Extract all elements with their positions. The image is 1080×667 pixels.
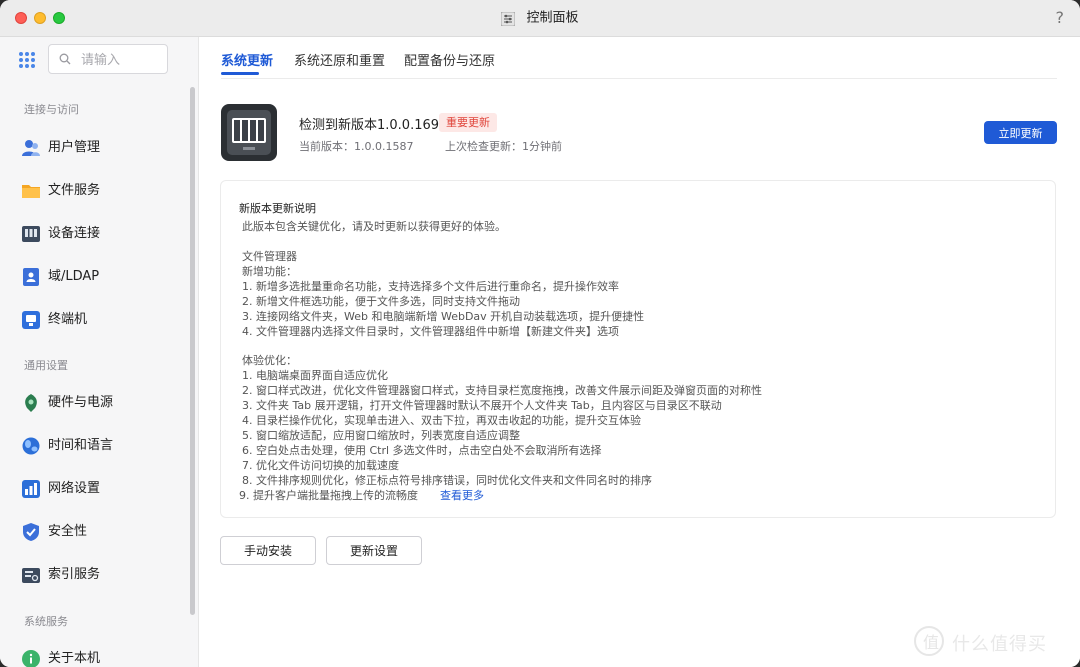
section-label-system-services: 系统服务 xyxy=(24,615,68,628)
control-panel-window: 控制面板 ? 连接与访问 用 xyxy=(0,0,1080,667)
sidebar-item-user-management[interactable]: 用户管理 xyxy=(0,128,190,168)
window-title: 控制面板 xyxy=(0,0,1080,36)
section-heading: 体验优化： xyxy=(242,354,297,367)
view-more-link[interactable]: 查看更多 xyxy=(440,489,484,502)
current-version: 当前版本：1.0.0.1587 xyxy=(299,140,414,153)
update-now-button[interactable]: 立即更新 xyxy=(984,121,1057,144)
section-heading: 文件管理器 xyxy=(242,250,297,263)
shield-icon xyxy=(23,523,39,541)
system-logo-icon xyxy=(221,104,277,161)
note-item: 3. 文件夹 Tab 展开逻辑，打开文件管理器时默认不展开个人文件夹 Tab，且… xyxy=(242,399,722,412)
sidebar-item-label: 关于本机 xyxy=(48,651,101,666)
sidebar-item-network[interactable]: 网络设置 xyxy=(0,469,190,509)
active-tab-indicator xyxy=(221,72,259,75)
sidebar-item-device-connection[interactable]: 设备连接 xyxy=(0,214,190,254)
sidebar-item-security[interactable]: 安全性 xyxy=(0,512,190,552)
section-heading: 新增功能： xyxy=(242,265,297,278)
section-label-general: 通用设置 xyxy=(24,359,68,372)
sidebar-item-terminal[interactable]: 终端机 xyxy=(0,300,190,340)
tab-system-restore-reset[interactable]: 系统还原和重置 xyxy=(294,50,385,69)
sidebar-item-label: 索引服务 xyxy=(48,567,101,582)
release-notes-subtitle: 此版本包含关键优化，请及时更新以获得更好的体验。 xyxy=(242,220,506,233)
note-item: 1. 电脑端桌面界面自适应优化 xyxy=(242,369,388,382)
manual-install-button[interactable]: 手动安装 xyxy=(220,536,316,565)
title-bar: 控制面板 ? xyxy=(0,0,1080,37)
hardware-icon xyxy=(25,394,37,412)
network-icon xyxy=(22,480,40,498)
sidebar-item-time-language[interactable]: 时间和语言 xyxy=(0,426,190,466)
terminal-icon xyxy=(22,311,40,329)
note-item: 5. 窗口缩放适配，应用窗口缩放时，列表宽度自适应调整 xyxy=(242,429,520,442)
sidebar-scrollbar[interactable] xyxy=(190,87,195,615)
note-item: 4. 目录栏操作优化，实现单击进入、双击下拉，再双击收起的功能，提升交互体验 xyxy=(242,414,641,427)
domain-icon xyxy=(23,268,39,286)
note-item: 8. 文件排序规则优化，修正标点符号排序错误，同时优化文件夹和文件同名时的排序 xyxy=(242,474,652,487)
important-update-badge: 重要更新 xyxy=(439,113,497,132)
sidebar-item-domain-ldap[interactable]: 域/LDAP xyxy=(0,257,190,297)
search-input[interactable] xyxy=(79,49,167,71)
note-item: 4. 文件管理器内选择文件目录时，文件管理器组件中新增【新建文件夹】选项 xyxy=(242,325,619,338)
sidebar-item-hardware-power[interactable]: 硬件与电源 xyxy=(0,383,190,423)
note-item: 2. 新增文件框选功能，便于文件多选，同时支持文件拖动 xyxy=(242,295,520,308)
main-content: 系统更新 系统还原和重置 配置备份与还原 检测到新版本1.0.0.1696 重要… xyxy=(199,37,1080,667)
sidebar-item-about[interactable]: 关于本机 xyxy=(0,639,190,667)
release-notes-panel: 新版本更新说明 此版本包含关键优化，请及时更新以获得更好的体验。 文件管理器 新… xyxy=(220,180,1056,518)
watermark-glyph: 值 xyxy=(923,633,940,652)
sidebar-item-index-service[interactable]: 索引服务 xyxy=(0,555,190,595)
folder-icon xyxy=(22,185,40,198)
note-item: 3. 连接网络文件夹，Web 和电脑端新增 WebDav 开机自动装载选项，提升… xyxy=(242,310,645,323)
sidebar-item-label: 时间和语言 xyxy=(48,438,114,453)
tab-system-update[interactable]: 系统更新 xyxy=(221,50,273,69)
window-title-text: 控制面板 xyxy=(526,10,579,26)
info-icon xyxy=(22,650,40,667)
sidebar-item-label: 网络设置 xyxy=(48,481,101,496)
apps-grid-icon[interactable] xyxy=(18,51,36,69)
user-icon xyxy=(22,140,40,156)
index-icon xyxy=(22,568,40,583)
help-icon[interactable]: ? xyxy=(1056,8,1065,27)
watermark: 值 什么值得买 xyxy=(914,626,1074,660)
sidebar-item-label: 用户管理 xyxy=(48,140,101,155)
release-notes-title: 新版本更新说明 xyxy=(239,202,316,215)
sidebar-item-label: 终端机 xyxy=(48,312,88,327)
sidebar-item-label: 文件服务 xyxy=(48,183,101,198)
new-version-title: 检测到新版本1.0.0.1696 xyxy=(299,118,448,133)
tab-bar: 系统更新 系统还原和重置 配置备份与还原 xyxy=(221,37,1057,79)
note-item: 2. 窗口样式改进，优化文件管理器窗口样式，支持目录栏宽度拖拽，改善文件展示间距… xyxy=(242,384,762,397)
note-item: 6. 空白处点击处理，使用 Ctrl 多选文件时，点击空白处不会取消所有选择 xyxy=(242,444,602,457)
note-item: 7. 优化文件访问切换的加载速度 xyxy=(242,459,399,472)
tab-config-backup-restore[interactable]: 配置备份与还原 xyxy=(404,50,495,69)
sidebar-item-file-service[interactable]: 文件服务 xyxy=(0,171,190,211)
search-icon xyxy=(59,53,71,65)
control-panel-icon xyxy=(501,11,516,26)
update-settings-button[interactable]: 更新设置 xyxy=(326,536,422,565)
globe-icon xyxy=(22,437,40,455)
last-check-time: 上次检查更新：1分钟前 xyxy=(445,140,562,153)
note-item-text: 9. 提升客户端批量拖拽上传的流畅度 xyxy=(239,489,418,502)
sidebar-item-label: 安全性 xyxy=(48,524,88,539)
note-item-last: 9. 提升客户端批量拖拽上传的流畅度 查看更多 xyxy=(239,487,484,503)
note-item: 1. 新增多选批量重命名功能，支持选择多个文件后进行重命名，提升操作效率 xyxy=(242,280,619,293)
sidebar-item-label: 硬件与电源 xyxy=(48,395,114,410)
watermark-text: 什么值得买 xyxy=(952,634,1047,655)
sidebar-item-label: 域/LDAP xyxy=(48,269,100,284)
sidebar-item-label: 设备连接 xyxy=(48,226,101,241)
search-box[interactable] xyxy=(48,44,168,74)
device-icon xyxy=(22,226,40,242)
section-label-connection: 连接与访问 xyxy=(24,103,79,116)
sidebar: 连接与访问 用户管理 文件服务 设备连接 xyxy=(0,37,199,667)
